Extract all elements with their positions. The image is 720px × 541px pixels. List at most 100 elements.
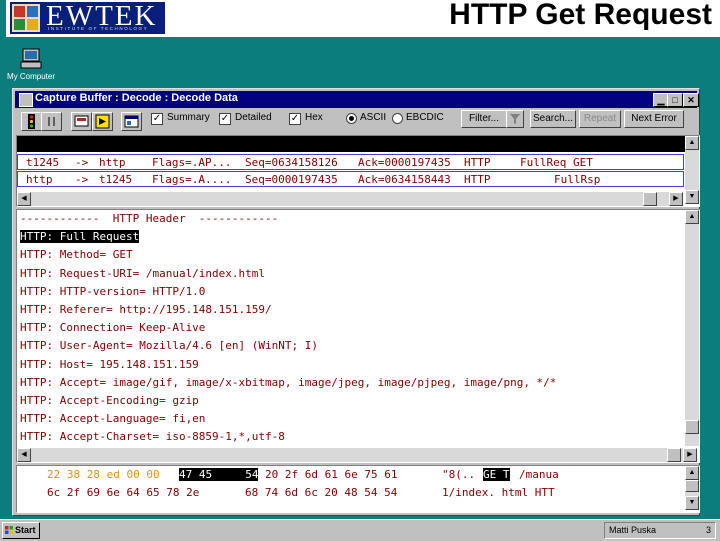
page-number: 3 [705, 525, 711, 535]
packet-flags: Flags=.AP... [152, 156, 232, 169]
decode-line[interactable]: HTTP: Full Request [20, 230, 140, 244]
ewtek-logo: EWTEK INSTITUTE OF TECHNOLOGY [10, 0, 165, 34]
packet-dir: -> [75, 156, 89, 169]
highlight-button[interactable] [92, 112, 113, 131]
window-title-bar[interactable]: Capture Buffer : Decode : Decode Data ▁ … [15, 91, 699, 108]
decode-section-header[interactable]: ------------ HTTP Header ------------ [20, 212, 278, 225]
decode-line[interactable]: HTTP: User-Agent= Mozilla/4.6 [en] (WinN… [20, 339, 318, 352]
hex-line-2: 6c 2f 69 6e 64 65 78 2e 68 74 6d 6c 20 4… [17, 486, 683, 501]
slide-title: HTTP Get Request [449, 0, 712, 31]
decode-line[interactable]: HTTP: Request-URI= /manual/index.html [20, 267, 265, 280]
my-computer-label: My Computer [6, 72, 55, 81]
scroll-thumb[interactable] [685, 480, 699, 492]
author-name: Matti Puska [609, 525, 657, 535]
pause-icon [48, 117, 55, 126]
funnel-button[interactable] [506, 110, 524, 128]
ascii-label: ASCII [360, 112, 387, 123]
decode-line[interactable]: HTTP: Accept-Encoding= gzip [20, 394, 199, 407]
summary-horizontal-scrollbar[interactable]: ◀ ▶ [17, 192, 683, 206]
decode-line[interactable]: HTTP: Accept= image/gif, image/x-xbitmap… [20, 376, 556, 389]
search-button[interactable]: Search... [530, 110, 576, 128]
detailed-label: Detailed [235, 112, 272, 123]
filter-button[interactable]: Filter... [461, 110, 507, 128]
close-button[interactable]: ✕ [683, 93, 699, 107]
packet-dir: -> [75, 173, 89, 186]
funnel-icon [510, 114, 520, 124]
repeat-button[interactable]: Repeat [579, 110, 621, 128]
summary-header-band [17, 136, 687, 152]
decode-line[interactable]: HTTP: HTTP-version= HTTP/1.0 [20, 285, 205, 298]
ebcdic-label: EBCDIC [406, 112, 444, 123]
hex-pane: 22 38 28 ed 00 00 47 45 54 20 2f 6d 61 6… [16, 465, 700, 513]
traffic-light-icon [28, 114, 35, 129]
hex-label: Hex [305, 112, 323, 123]
hex-checkbox[interactable]: ✓ [289, 113, 301, 125]
window-title: Capture Buffer : Decode : Decode Data [35, 92, 238, 104]
desktop-icon-my-computer[interactable]: My Computer [2, 48, 60, 84]
slide-header: EWTEK INSTITUTE OF TECHNOLOGY HTTP Get R… [0, 0, 720, 37]
packet-row[interactable]: t1245 -> http Flags=.AP... Seq=063415812… [17, 154, 684, 170]
packet-ack: Ack=0000197435 [358, 156, 451, 169]
highlight-icon [95, 114, 110, 129]
packet-info: FullRsp [554, 173, 601, 186]
scroll-up-arrow-icon[interactable]: ▲ [685, 466, 699, 480]
detailed-checkbox[interactable]: ✓ [219, 113, 231, 125]
decode-horizontal-scrollbar[interactable]: ◀ ▶ [17, 448, 697, 462]
ebcdic-radio[interactable] [392, 113, 403, 124]
packet-proto: HTTP [464, 156, 491, 169]
traffic-light-button[interactable] [21, 112, 42, 131]
scroll-right-arrow-icon[interactable]: ▶ [669, 192, 683, 206]
hex-ascii-pre: "8(.. [442, 468, 476, 481]
hex-bytes-pre: 22 38 28 ed 00 00 [47, 468, 160, 481]
scroll-thumb[interactable] [685, 420, 699, 434]
decode-vertical-scrollbar[interactable]: ▲ [685, 210, 699, 446]
hex-line-1: 22 38 28 ed 00 00 47 45 54 20 2f 6d 61 6… [17, 468, 683, 483]
hex-bytes-1: 6c 2f 69 6e 64 65 78 2e [47, 486, 200, 499]
packet-src: http [26, 173, 53, 186]
decode-line[interactable]: HTTP: Connection= Keep-Alive [20, 321, 205, 334]
summary-label: Summary [167, 112, 210, 123]
ascii-radio[interactable] [346, 113, 357, 124]
taskbar-status-area: Matti Puska 3 [604, 522, 716, 539]
taskbar: Start Matti Puska 3 [0, 519, 720, 541]
logo-emblem-icon [12, 4, 40, 32]
scroll-right-arrow-icon[interactable]: ▶ [683, 448, 697, 462]
hex-ascii-post: /manua [519, 468, 559, 481]
scroll-up-arrow-icon[interactable]: ▲ [685, 210, 699, 224]
hex-bytes-selected: 47 45 54 [179, 468, 259, 481]
pause-button[interactable] [41, 112, 62, 131]
hex-ascii-selected: GE T [483, 468, 510, 481]
summary-vertical-scrollbar[interactable]: ▲ ▼ [685, 136, 699, 204]
hex-bytes-2: 68 74 6d 6c 20 48 54 54 [245, 486, 398, 499]
scroll-thumb[interactable] [643, 192, 657, 206]
flag-icon [74, 115, 89, 127]
packet-dst: http [99, 156, 126, 169]
decode-line[interactable]: HTTP: Accept-Language= fi,en [20, 412, 205, 425]
maximize-button[interactable]: □ [667, 93, 683, 107]
scroll-left-arrow-icon[interactable]: ◀ [17, 448, 31, 462]
scroll-down-arrow-icon[interactable]: ▼ [685, 496, 699, 510]
decode-line[interactable]: HTTP: Host= 195.148.151.159 [20, 358, 199, 371]
window-layout-button[interactable] [121, 112, 142, 131]
hex-ascii: 1/index. html HTT [442, 486, 555, 499]
my-computer-icon [20, 48, 42, 69]
scroll-left-arrow-icon[interactable]: ◀ [17, 192, 31, 206]
windows-logo-icon [5, 526, 13, 534]
scroll-up-arrow-icon[interactable]: ▲ [685, 136, 699, 150]
packet-ack: Ack=0634158443 [358, 173, 451, 186]
next-error-button[interactable]: Next Error [624, 110, 684, 128]
scroll-down-arrow-icon[interactable]: ▼ [685, 190, 699, 204]
flag-button[interactable] [71, 112, 92, 131]
decode-line[interactable]: HTTP: Referer= http://195.148.151.159/ [20, 303, 272, 316]
scroll-thumb[interactable] [667, 448, 681, 462]
decode-line[interactable]: HTTP: Method= GET [20, 248, 133, 261]
packet-row[interactable]: http -> t1245 Flags=.A.... Seq=000019743… [17, 171, 684, 187]
app-icon [19, 93, 33, 107]
packet-src: t1245 [26, 156, 60, 169]
logo-subtext: INSTITUTE OF TECHNOLOGY [48, 26, 149, 31]
decode-line[interactable]: HTTP: Accept-Charset= iso-8859-1,*,utf-8 [20, 430, 285, 443]
header-left-strip [0, 0, 6, 37]
summary-checkbox[interactable]: ✓ [151, 113, 163, 125]
hex-vertical-scrollbar[interactable]: ▲ ▼ [685, 466, 699, 510]
start-button[interactable]: Start [2, 522, 40, 539]
